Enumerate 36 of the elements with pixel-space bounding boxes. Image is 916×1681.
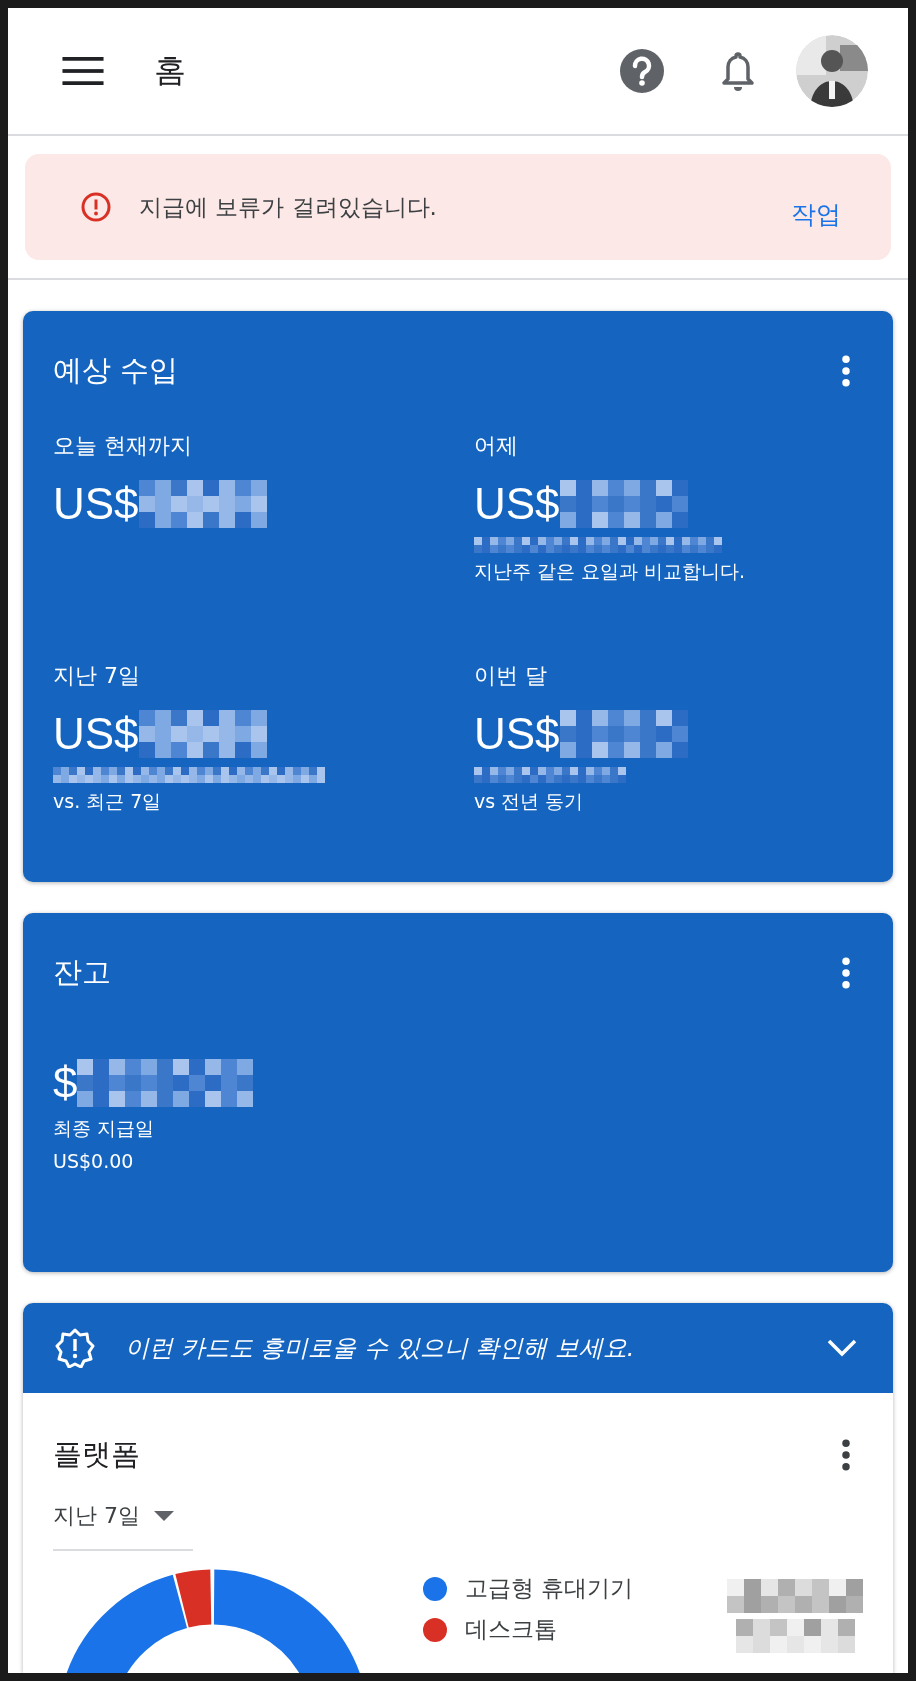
alert-message: 지급에 보류가 걸려있습니다.: [139, 192, 438, 222]
avatar[interactable]: [796, 35, 868, 107]
last-payment-amount: US$0.00: [53, 1150, 135, 1172]
metric-label: 어제: [474, 432, 518, 460]
metric-currency: US$: [53, 709, 139, 759]
caret-icon: [154, 1511, 174, 1521]
more-options-icon[interactable]: [841, 355, 851, 387]
last-payment-label: 최종 지급일: [53, 1116, 156, 1141]
more-options-icon[interactable]: [841, 1439, 851, 1471]
card-title: 잔고: [53, 954, 111, 991]
chevron-down-icon[interactable]: [827, 1339, 857, 1357]
balance-currency: $: [53, 1058, 78, 1108]
comparison-note: vs 전년 동기: [474, 789, 584, 814]
more-options-icon[interactable]: [841, 957, 851, 989]
metric-currency: US$: [474, 479, 560, 529]
legend-label: 고급형 휴대기기: [465, 1574, 634, 1603]
alert-badge-icon: [55, 1328, 95, 1368]
comparison-note: 지난주 같은 요일과 비교합니다.: [474, 559, 746, 584]
metric-currency: US$: [474, 709, 560, 759]
page-title: 홈: [154, 50, 186, 91]
suggestion-banner[interactable]: 이런 카드도 흥미로울 수 있으니 확인해 보세요.: [23, 1303, 893, 1393]
menu-icon[interactable]: [62, 57, 104, 85]
notification-bell-icon[interactable]: [720, 50, 756, 92]
metric-label: 이번 달: [474, 662, 547, 690]
date-range-dropdown[interactable]: 지난 7일: [53, 1491, 193, 1551]
legend-label: 데스크톱: [465, 1615, 557, 1644]
help-icon[interactable]: [620, 49, 664, 93]
metric-label: 지난 7일: [53, 662, 140, 690]
error-icon: [81, 192, 111, 222]
comparison-note: vs. 최근 7일: [53, 789, 162, 814]
card-title: 예상 수입: [53, 352, 179, 389]
metric-label: 오늘 현재까지: [53, 432, 192, 460]
action-link[interactable]: 작업: [791, 197, 841, 231]
metric-currency: US$: [53, 479, 139, 529]
card-title: 플랫폼: [53, 1436, 140, 1473]
suggestion-message: 이런 카드도 흥미로울 수 있으니 확인해 보세요.: [125, 1333, 636, 1364]
